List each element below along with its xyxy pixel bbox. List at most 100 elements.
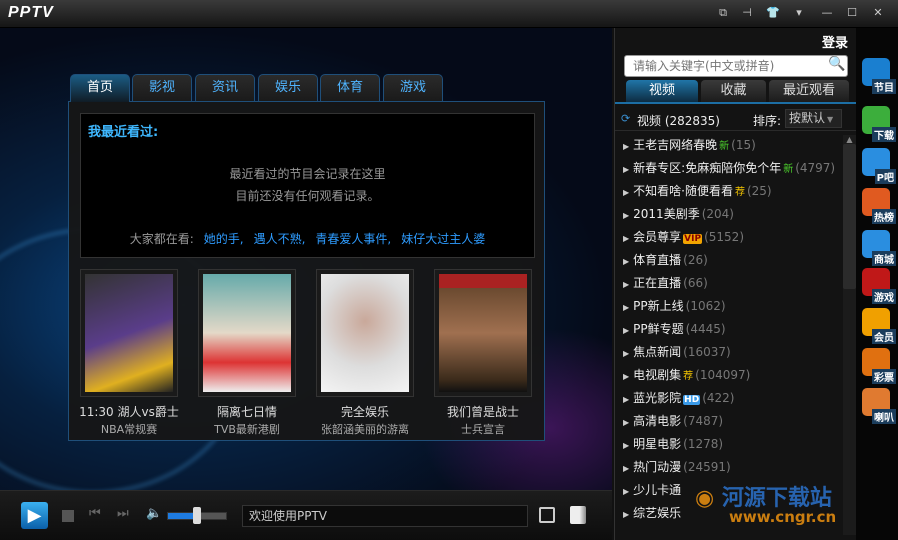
- search-input[interactable]: [624, 55, 848, 77]
- minimize-button[interactable]: —: [818, 5, 836, 21]
- sidebar-download[interactable]: 下载: [858, 104, 896, 142]
- popular-row: 大家都在看: 她的手, 遇人不熟, 青春爱人事件, 妹仔大过主人婆: [81, 230, 534, 247]
- category-count: (104097): [695, 368, 751, 382]
- mini-mode-button[interactable]: ⧉: [714, 5, 732, 21]
- category-count: (422): [702, 391, 735, 405]
- category-name: 王老吉网络春晚: [633, 138, 718, 152]
- category-item[interactable]: ▶ 热门动漫 (24591): [623, 456, 731, 478]
- toggle-sidebar-button[interactable]: [570, 506, 586, 524]
- popular-link[interactable]: 妹仔大过主人婆: [401, 232, 485, 246]
- category-name: 综艺娱乐: [633, 506, 682, 520]
- category-item[interactable]: ▶ 王老吉网络春晚新 (15): [623, 134, 756, 156]
- category-item[interactable]: ▶ PP新上线 (1062): [623, 295, 726, 317]
- category-item[interactable]: ▶ 焦点新闻 (16037): [623, 341, 731, 363]
- thumbnail-soldiers[interactable]: [434, 269, 532, 397]
- vip-badge: VIP: [683, 234, 703, 244]
- category-item[interactable]: ▶ 正在直播 (66): [623, 272, 708, 294]
- category-item[interactable]: ▶ 综艺娱乐: [623, 502, 683, 524]
- sort-select[interactable]: 按默认 ▼: [785, 109, 842, 128]
- maximize-button[interactable]: ☐: [843, 5, 861, 21]
- tab-news[interactable]: 资讯: [195, 74, 255, 101]
- thumbnail-lakers[interactable]: [80, 269, 178, 397]
- thumbnail-title[interactable]: 隔离七日情: [188, 403, 306, 420]
- category-item[interactable]: ▶ 高清电影 (7487): [623, 410, 723, 432]
- popular-link[interactable]: 她的手,: [204, 232, 244, 246]
- player-controls: ▶ ⏮ ⏭ 🔈 欢迎使用PPTV: [0, 490, 612, 540]
- category-item[interactable]: ▶ 电视剧集荐 (104097): [623, 364, 750, 386]
- category-item[interactable]: ▶ 明星电影 (1278): [623, 433, 723, 455]
- category-name: 正在直播: [633, 276, 682, 290]
- triangle-right-icon: ▶: [623, 418, 630, 427]
- sidebar-lottery[interactable]: 彩票: [858, 346, 896, 384]
- thumbnail-title[interactable]: 完全娱乐: [306, 403, 424, 420]
- category-item[interactable]: ▶ 2011美剧季 (204): [623, 203, 734, 225]
- thumbnail-entertainment[interactable]: [316, 269, 414, 397]
- category-count: (15): [731, 138, 756, 152]
- sidebar-shop[interactable]: 商城: [858, 228, 896, 266]
- category-name: 少儿卡通: [633, 483, 682, 497]
- volume-icon[interactable]: 🔈: [146, 506, 162, 521]
- refresh-icon[interactable]: ⟳: [621, 112, 630, 125]
- tab-recent[interactable]: 最近观看: [769, 80, 849, 102]
- search-icon[interactable]: 🔍: [828, 56, 845, 72]
- tab-sports[interactable]: 体育: [320, 74, 380, 101]
- triangle-right-icon: ▶: [623, 326, 630, 335]
- tab-games[interactable]: 游戏: [383, 74, 443, 101]
- triangle-right-icon: ▶: [623, 234, 630, 243]
- category-name: 高清电影: [633, 414, 682, 428]
- category-count: (4445): [685, 322, 726, 336]
- sidebar-vip[interactable]: 会员: [858, 306, 896, 344]
- recent-title: 我最近看过:: [88, 125, 159, 140]
- tab-movies[interactable]: 影视: [132, 74, 192, 101]
- sidebar-hot-list[interactable]: 热榜: [858, 186, 896, 224]
- fullscreen-button[interactable]: [539, 507, 555, 523]
- thumbnail-title[interactable]: 我们曾是战士: [424, 403, 542, 420]
- close-button[interactable]: ✕: [869, 5, 887, 21]
- category-item[interactable]: ▶ 体育直播 (26): [623, 249, 708, 271]
- sidebar-games[interactable]: 游戏: [858, 266, 896, 304]
- category-name: 电视剧集: [633, 368, 682, 382]
- next-button[interactable]: ⏭: [117, 506, 129, 521]
- triangle-right-icon: ▶: [623, 395, 630, 404]
- volume-thumb[interactable]: [193, 507, 201, 524]
- category-count: (26): [683, 253, 708, 267]
- category-item[interactable]: ▶ 新春专区:免麻痴陪你免个年新 (4797): [623, 157, 835, 179]
- triangle-right-icon: ▶: [623, 257, 630, 266]
- thumbnail-drama[interactable]: [198, 269, 296, 397]
- category-name: PP新上线: [633, 299, 684, 313]
- sidebar-speaker[interactable]: 喇叭: [858, 386, 896, 424]
- login-link[interactable]: 登录: [822, 32, 848, 51]
- sidebar-program[interactable]: 节目: [858, 56, 896, 94]
- thumbnail-subtitle: 张韶涵美丽的游离: [321, 423, 409, 436]
- play-button[interactable]: ▶: [21, 502, 48, 529]
- popular-link[interactable]: 遇人不熟,: [254, 232, 306, 246]
- thumbnail-subtitle: NBA常规赛: [100, 423, 158, 436]
- tab-favorites[interactable]: 收藏: [701, 80, 766, 102]
- tab-home[interactable]: 首页: [70, 74, 130, 102]
- sidebar-label: 彩票: [872, 369, 896, 384]
- triangle-right-icon: ▶: [623, 188, 630, 197]
- tab-video[interactable]: 视频: [626, 80, 698, 102]
- popular-link[interactable]: 青春爱人事件,: [315, 232, 391, 246]
- sidebar-label: 游戏: [872, 289, 896, 304]
- category-item[interactable]: ▶ 会员尊享 VIP (5152): [623, 226, 744, 248]
- skin-button[interactable]: 👕: [764, 5, 782, 21]
- sidebar-label: 热榜: [872, 209, 896, 224]
- previous-button[interactable]: ⏮: [89, 506, 101, 521]
- category-item[interactable]: ▶ 不知看啥·随便看看荐 (25): [623, 180, 772, 202]
- category-count: (204): [701, 207, 734, 221]
- pin-button[interactable]: ⊣: [738, 5, 756, 21]
- triangle-right-icon: ▶: [623, 142, 630, 151]
- menu-button[interactable]: ▾: [790, 5, 808, 21]
- tab-entertainment[interactable]: 娱乐: [258, 74, 318, 101]
- category-item[interactable]: ▶ 少儿卡通: [623, 479, 683, 501]
- category-name: 2011美剧季: [633, 207, 700, 221]
- recommend-badge: 荐: [734, 187, 745, 198]
- category-count: (5152): [704, 230, 744, 244]
- thumbnail-title[interactable]: 11:30 湖人vs爵士: [70, 403, 188, 420]
- category-item[interactable]: ▶ PP鲜专题 (4445): [623, 318, 726, 340]
- sidebar-forum[interactable]: P吧: [858, 146, 896, 184]
- category-item[interactable]: ▶ 蓝光影院 HD (422): [623, 387, 734, 409]
- stop-button[interactable]: [62, 510, 74, 522]
- scrollbar[interactable]: ▲: [843, 135, 856, 535]
